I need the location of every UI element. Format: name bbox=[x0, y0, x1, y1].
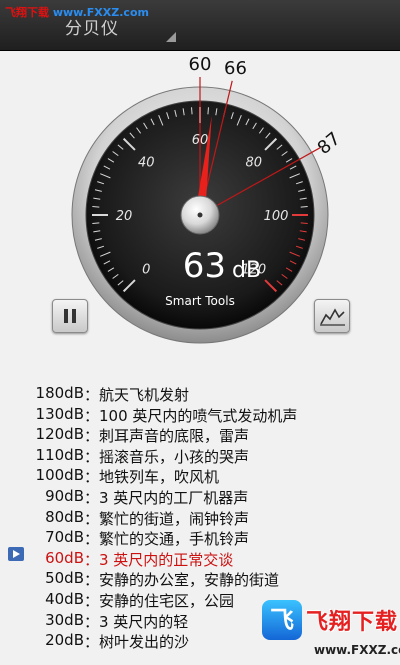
reading-unit: dB bbox=[232, 258, 261, 283]
level-db: 120dB bbox=[35, 425, 84, 444]
gauge-tick-label: 0 bbox=[142, 263, 150, 278]
level-description: ：繁忙的街道，闹钟铃声 bbox=[84, 509, 250, 528]
level-description: ：繁忙的交通，手机铃声 bbox=[84, 530, 250, 549]
level-db: 130dB bbox=[35, 404, 84, 423]
gauge-tick bbox=[207, 107, 209, 115]
gauge-tick-label: 80 bbox=[245, 155, 262, 170]
gauge-tick bbox=[191, 107, 193, 115]
level-db: 180dB bbox=[35, 384, 84, 402]
level-description: ：树叶发出的沙 bbox=[84, 633, 190, 652]
level-row: 70dB ：繁忙的交通，手机铃声 bbox=[0, 528, 400, 549]
gauge-marker-label: 60 bbox=[189, 54, 212, 75]
brand-label: Smart Tools bbox=[165, 294, 235, 308]
level-row: 100dB ：地铁列车，吹风机 bbox=[0, 466, 400, 487]
level-description: ：3 英尺内的工厂机器声 bbox=[84, 489, 249, 507]
level-description: ：刺耳声音的底限，雷声 bbox=[84, 427, 250, 446]
level-db: 60dB bbox=[45, 548, 84, 567]
gauge-tick-label: 40 bbox=[138, 155, 155, 170]
gauge-marker-label: 87 bbox=[314, 128, 345, 159]
watermark-logo-icon: 飞 bbox=[262, 600, 302, 640]
level-row: 60dB ：3 英尺内的正常交谈 bbox=[0, 549, 400, 570]
level-row: 50dB ：安静的办公室，安静的街道 bbox=[0, 569, 400, 590]
level-db: 90dB bbox=[45, 487, 84, 505]
level-description: ：安静的办公室，安静的街道 bbox=[84, 571, 280, 590]
gauge-tick-label: 20 bbox=[116, 209, 133, 224]
pause-icon bbox=[64, 309, 68, 323]
title-bar: 飞翔下载 www.FXXZ.com 分贝仪 bbox=[0, 0, 400, 51]
level-row: 180dB ：航天飞机发射 bbox=[0, 384, 400, 405]
level-row: 110dB ：摇滚音乐，小孩的哭声 bbox=[0, 446, 400, 467]
chart-button[interactable] bbox=[314, 299, 350, 333]
gauge-hub-center bbox=[197, 212, 203, 218]
level-db: 110dB bbox=[35, 445, 84, 464]
level-description: ：3 英尺内的正常交谈 bbox=[84, 550, 234, 569]
level-db: 100dB bbox=[35, 466, 84, 485]
gauge-marker-label: 66 bbox=[224, 58, 247, 79]
gauge-tick bbox=[92, 222, 100, 224]
level-description: ：安静的住宅区，公园 bbox=[84, 592, 235, 610]
pause-button[interactable] bbox=[52, 299, 88, 333]
level-db: 30dB bbox=[45, 610, 84, 629]
current-level-arrow-icon bbox=[8, 547, 24, 561]
menu-corner-icon[interactable] bbox=[166, 32, 176, 42]
level-row: 130dB ：100 英尺内的喷气式发动机声 bbox=[0, 405, 400, 426]
reading-value: 63 bbox=[183, 246, 226, 286]
gauge-tick-label: 100 bbox=[264, 209, 289, 224]
level-row: 120dB ：刺耳声音的底限，雷声 bbox=[0, 425, 400, 446]
level-row: 80dB ：繁忙的街道，闹钟铃声 bbox=[0, 508, 400, 529]
watermark-bottom-right: 飞 飞翔下载 www.FXXZ.com bbox=[262, 600, 400, 665]
level-db: 20dB bbox=[45, 631, 84, 650]
gauge-tick bbox=[300, 222, 308, 224]
page-title: 分贝仪 bbox=[65, 19, 119, 39]
level-row: 90dB ：3 英尺内的工厂机器声 bbox=[0, 487, 400, 508]
level-description: ：摇滚音乐，小孩的哭声 bbox=[84, 447, 250, 466]
gauge-tick bbox=[92, 206, 100, 208]
level-description: ：100 英尺内的喷气式发动机声 bbox=[84, 406, 298, 425]
level-description: ：航天飞机发射 bbox=[84, 386, 190, 404]
level-db: 80dB bbox=[45, 507, 84, 526]
gauge-tick bbox=[300, 206, 308, 208]
level-db: 70dB bbox=[45, 528, 84, 547]
chart-icon bbox=[320, 308, 345, 326]
level-db: 40dB bbox=[45, 590, 84, 608]
level-description: ：3 英尺内的轻 bbox=[84, 612, 189, 631]
level-db: 50dB bbox=[45, 569, 84, 588]
level-description: ：地铁列车，吹风机 bbox=[84, 468, 220, 487]
